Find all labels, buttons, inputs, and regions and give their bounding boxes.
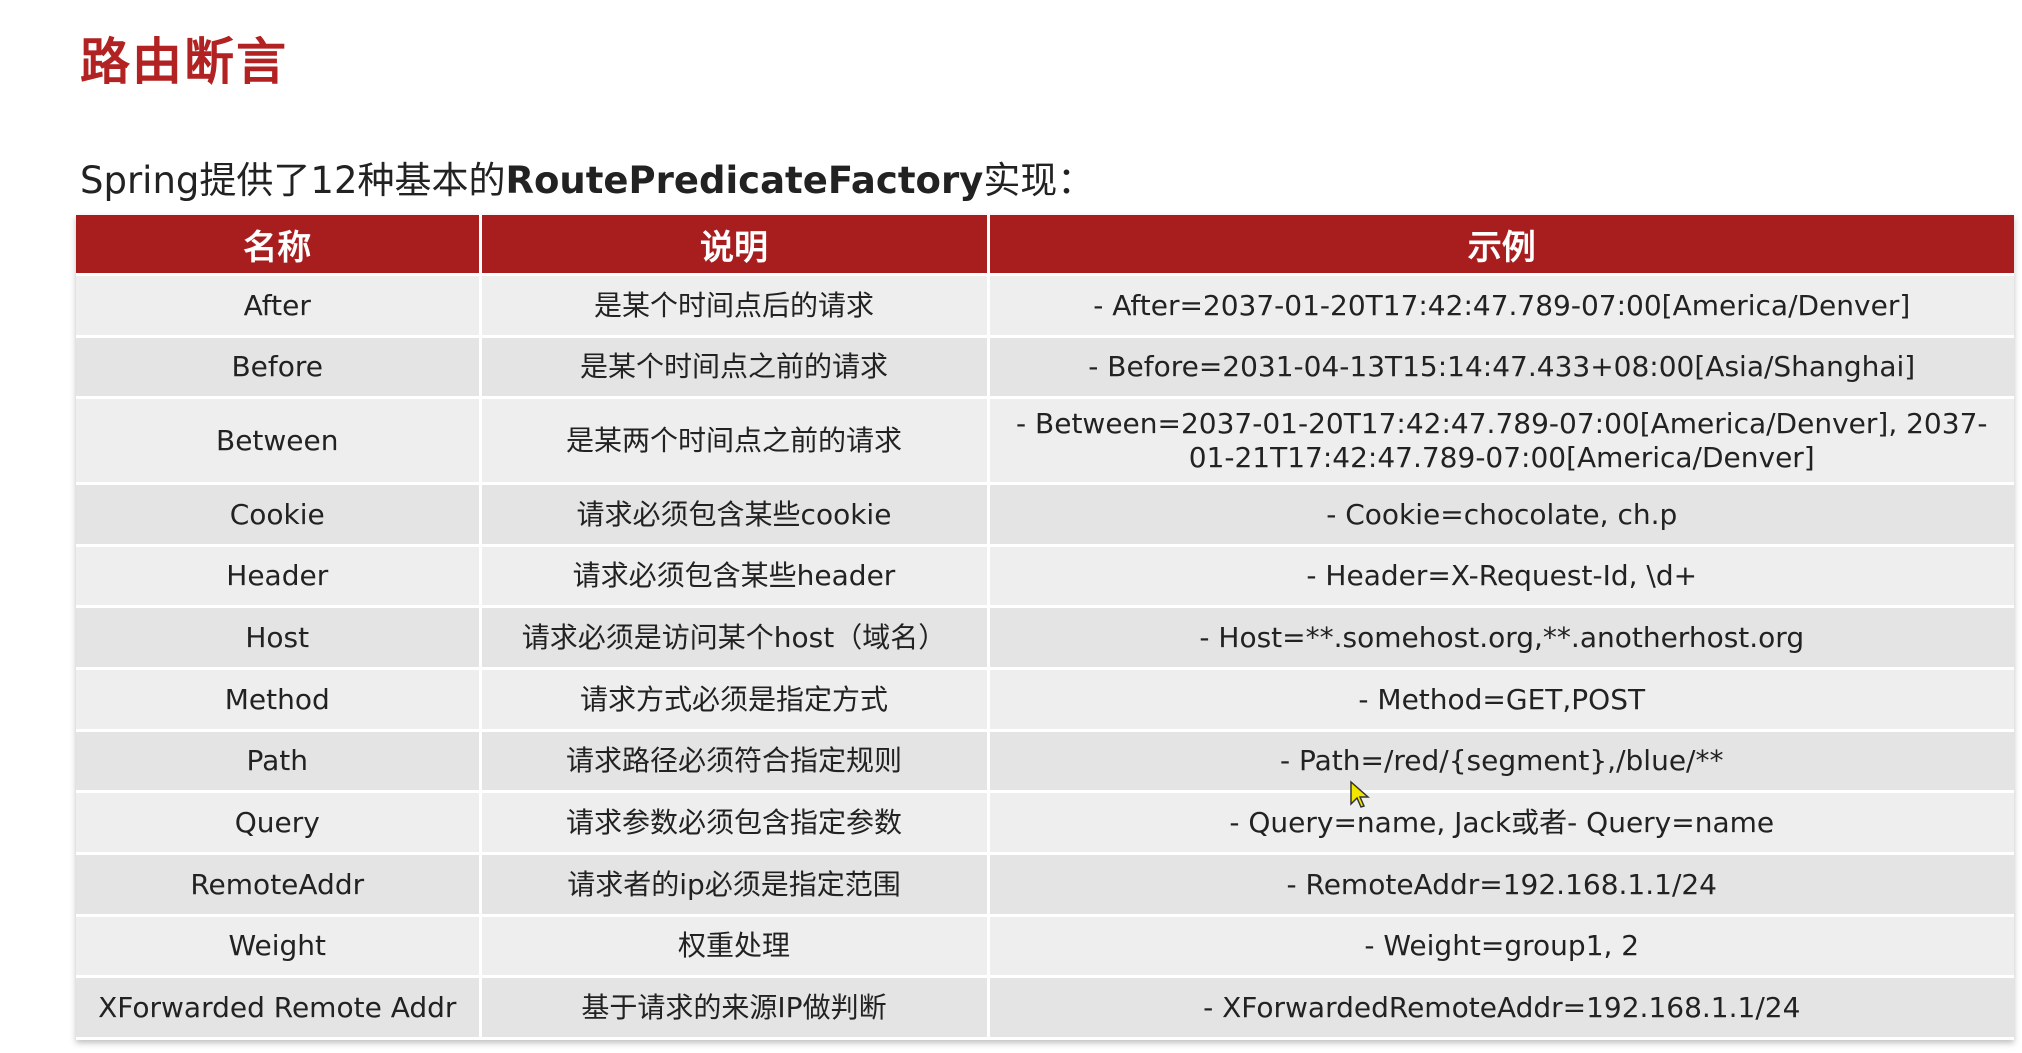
table-row: Between 是某两个时间点之前的请求 - Between=2037-01-2… xyxy=(76,397,2014,486)
cell-description: 是某个时间点后的请求 xyxy=(480,274,990,338)
cell-example: - Path=/red/{segment},/blue/** xyxy=(988,730,2014,794)
table-row: Weight 权重处理 - Weight=group1, 2 xyxy=(76,915,2014,979)
table-row: Method 请求方式必须是指定方式 - Method=GET,POST xyxy=(76,668,2014,732)
cell-description: 请求方式必须是指定方式 xyxy=(480,668,990,732)
cell-name: Method xyxy=(76,668,482,732)
table-row: Host 请求必须是访问某个host（域名） - Host=**.somehos… xyxy=(76,606,2014,671)
cell-name: Between xyxy=(76,397,482,486)
cell-example: - Method=GET,POST xyxy=(988,668,2014,732)
cell-name: After xyxy=(76,274,482,338)
table-row: Query 请求参数必须包含指定参数 - Query=name, Jack或者-… xyxy=(76,791,2014,856)
cell-name: Weight xyxy=(76,915,482,979)
table-row: XForwarded Remote Addr 基于请求的来源IP做判断 - XF… xyxy=(76,976,2014,1040)
cell-example: - Cookie=chocolate, ch.p xyxy=(988,483,2014,547)
subtitle-suffix: 实现： xyxy=(983,159,1095,202)
cell-description: 请求者的ip必须是指定范围 xyxy=(480,853,990,917)
table-row: Cookie 请求必须包含某些cookie - Cookie=chocolate… xyxy=(76,483,2014,547)
cell-name: RemoteAddr xyxy=(76,853,482,917)
table-row: RemoteAddr 请求者的ip必须是指定范围 - RemoteAddr=19… xyxy=(76,853,2014,917)
table-header-row: 名称 说明 示例 xyxy=(76,215,2014,276)
page-title: 路由断言 xyxy=(80,33,288,91)
table-row: After 是某个时间点后的请求 - After=2037-01-20T17:4… xyxy=(76,274,2014,338)
cell-description: 是某两个时间点之前的请求 xyxy=(480,397,990,486)
cell-name: Before xyxy=(76,336,482,400)
cell-example: - XForwardedRemoteAddr=192.168.1.1/24 xyxy=(988,976,2014,1040)
table-row: Before 是某个时间点之前的请求 - Before=2031-04-13T1… xyxy=(76,336,2014,400)
cell-name: Path xyxy=(76,730,482,794)
cell-name: XForwarded Remote Addr xyxy=(76,976,482,1040)
cell-name: Cookie xyxy=(76,483,482,547)
predicate-table-container: 名称 说明 示例 After 是某个时间点后的请求 - After=2037-0… xyxy=(76,215,2014,1040)
cell-example: - Before=2031-04-13T15:14:47.433+08:00[A… xyxy=(988,336,2014,400)
subtitle-bold: RoutePredicateFactory xyxy=(505,159,984,202)
subtitle-prefix: Spring提供了12种基本的 xyxy=(80,159,506,202)
cell-example: - Between=2037-01-20T17:42:47.789-07:00[… xyxy=(988,397,2014,486)
cell-example: - Query=name, Jack或者- Query=name xyxy=(988,791,2014,856)
cell-description: 基于请求的来源IP做判断 xyxy=(480,976,990,1040)
predicate-table: 名称 说明 示例 After 是某个时间点后的请求 - After=2037-0… xyxy=(76,215,2014,1040)
cell-example: - After=2037-01-20T17:42:47.789-07:00[Am… xyxy=(988,274,2014,338)
cell-description: 请求参数必须包含指定参数 xyxy=(480,791,990,856)
page-subtitle: Spring提供了12种基本的RoutePredicateFactory实现： xyxy=(80,150,1094,204)
cell-example: - Header=X-Request-Id, \d+ xyxy=(988,545,2014,609)
cell-name: Header xyxy=(76,545,482,609)
cell-description: 权重处理 xyxy=(480,915,990,979)
cell-example: - Weight=group1, 2 xyxy=(988,915,2014,979)
cell-example: - RemoteAddr=192.168.1.1/24 xyxy=(988,853,2014,917)
table-row: Path 请求路径必须符合指定规则 - Path=/red/{segment},… xyxy=(76,730,2014,794)
column-header-name: 名称 xyxy=(76,215,482,276)
cell-description: 是某个时间点之前的请求 xyxy=(480,336,990,400)
cell-description: 请求必须是访问某个host（域名） xyxy=(480,606,990,671)
table-row: Header 请求必须包含某些header - Header=X-Request… xyxy=(76,545,2014,609)
cell-name: Query xyxy=(76,791,482,856)
column-header-description: 说明 xyxy=(480,215,990,276)
column-header-example: 示例 xyxy=(988,215,2014,276)
cell-description: 请求必须包含某些cookie xyxy=(480,483,990,547)
cell-name: Host xyxy=(76,606,482,671)
cell-description: 请求必须包含某些header xyxy=(480,545,990,609)
cell-description: 请求路径必须符合指定规则 xyxy=(480,730,990,794)
cell-example: - Host=**.somehost.org,**.anotherhost.or… xyxy=(988,606,2014,671)
